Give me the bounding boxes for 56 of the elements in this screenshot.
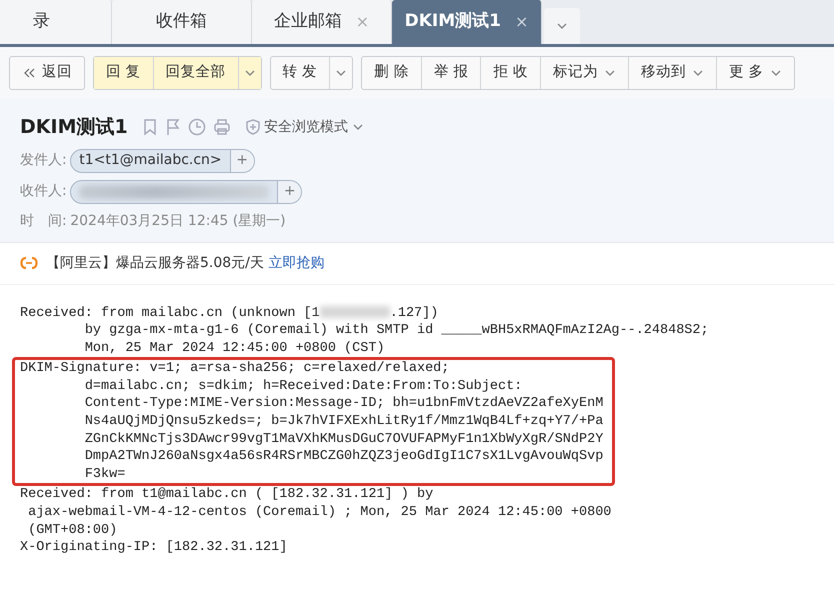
ad-text: 【阿里云】爆品云服务器5.08元/天 立即抢购 bbox=[46, 254, 324, 272]
dropdown-button[interactable] bbox=[238, 57, 261, 89]
toolbar-button[interactable]: 拒 收 bbox=[481, 57, 542, 89]
redaction-blur bbox=[320, 306, 390, 318]
header-line: Received: from t1@mailabc.cn ( [182.32.31.121] ) by bbox=[20, 486, 434, 504]
tab[interactable]: 收件箱 bbox=[112, 0, 252, 44]
caret-icon bbox=[770, 68, 782, 78]
toolbar-button[interactable]: 删 除 bbox=[362, 57, 422, 89]
ad-link[interactable]: 立即抢购 bbox=[268, 254, 324, 270]
field-label: 发件人: bbox=[20, 151, 67, 170]
field-label: 时 间: bbox=[20, 212, 67, 230]
caret-icon bbox=[604, 68, 616, 78]
tab[interactable]: 录 bbox=[0, 0, 112, 44]
bookmark-icon bbox=[142, 118, 158, 136]
field-label: 收件人: bbox=[20, 182, 67, 201]
header-line: Content-Type:MIME-Version:Message-ID; bh=u1bnFmVtzdAeVZ2afeXyEnM bbox=[84, 395, 604, 414]
back-button[interactable]: 返回 bbox=[10, 57, 84, 89]
tab[interactable]: DKIM测试1 × bbox=[392, 0, 542, 44]
ad-icon bbox=[20, 256, 38, 270]
header-line: ajax-webmail-VM-4-12-centos (Coremail) ; Mon, 25 Mar 2024 12:45:00 +0800 bbox=[27, 504, 612, 522]
email-subject: DKIM测试1 bbox=[20, 115, 128, 140]
caret-icon bbox=[352, 122, 364, 132]
toolbar-button[interactable]: 回复全部 bbox=[154, 57, 239, 89]
header-line: ZGnCkKMNcTjs3DAwcr99vgT1MaVXhKMusDGuC7OVUFAPMyF1n1XbWyXgR/SNdP2Y bbox=[84, 430, 604, 448]
tab[interactable]: 企业邮箱 × bbox=[252, 0, 392, 44]
header-line: Mon, 25 Mar 2024 12:45:00 +0800 (CST) bbox=[84, 340, 385, 358]
header-line: by gzga-mx-mta-g1-6 (Coremail) with SMTP id _____wBH5xRMAQFmAzI2Ag--.24848S2; bbox=[84, 322, 709, 340]
header-line: F3kw= bbox=[84, 466, 126, 484]
print-icon bbox=[212, 118, 231, 136]
sender-chip[interactable]: t1<t1@mailabc.cn> + bbox=[70, 148, 255, 172]
toolbar-button[interactable]: 回 复 bbox=[94, 57, 154, 89]
tabs-menu-button[interactable] bbox=[544, 8, 580, 44]
caret-icon bbox=[335, 68, 348, 78]
sent-time: 2024年03月25日 12:45 (星期一) bbox=[70, 212, 286, 230]
recipient-chip[interactable]: + bbox=[70, 180, 302, 204]
header-line: Received: from mailabc.cn (unknown [1 .127]) bbox=[20, 304, 438, 322]
toolbar-button[interactable]: 移动到 bbox=[629, 57, 718, 89]
flag-icon bbox=[164, 118, 181, 136]
header-line: (GMT+08:00) bbox=[27, 522, 118, 540]
header-line: Ns4aUQjMDjQnsu5zkeds=; b=Jk7hVIFXExhLitRy1f/Mmz1WqB4Lf+zq+Y7/+Pa bbox=[84, 413, 604, 431]
caret-icon bbox=[692, 68, 704, 78]
double-chevron-icon bbox=[22, 67, 36, 79]
add-contact-button[interactable]: + bbox=[277, 180, 302, 202]
caret-icon bbox=[556, 21, 568, 31]
header-line: DmpA2TWnJ260aNsgx4a56sR4RSrMBCZG0hZQZ3jeoGdIgI1C7sX1LvgAvouWqSvp bbox=[84, 448, 604, 466]
toolbar-button[interactable]: 更 多 bbox=[717, 57, 794, 89]
shield-icon bbox=[244, 118, 261, 136]
toolbar-button[interactable]: 标记为 bbox=[541, 57, 630, 89]
toolbar-button[interactable]: 举 报 bbox=[422, 57, 482, 89]
safe-mode-dropdown[interactable]: 安全浏览模式 bbox=[244, 116, 364, 138]
header-line: DKIM-Signature: v=1; a=rsa-sha256; c=relaxed/relaxed; bbox=[20, 360, 450, 378]
header-line: d=mailabc.cn; s=dkim; h=Received:Date:From:To:Subject: bbox=[84, 378, 522, 396]
clock-icon bbox=[188, 118, 206, 136]
caret-icon bbox=[244, 68, 256, 78]
header-line: X-Originating-IP: [182.32.31.121] bbox=[20, 539, 288, 557]
add-contact-button[interactable]: + bbox=[230, 150, 254, 172]
